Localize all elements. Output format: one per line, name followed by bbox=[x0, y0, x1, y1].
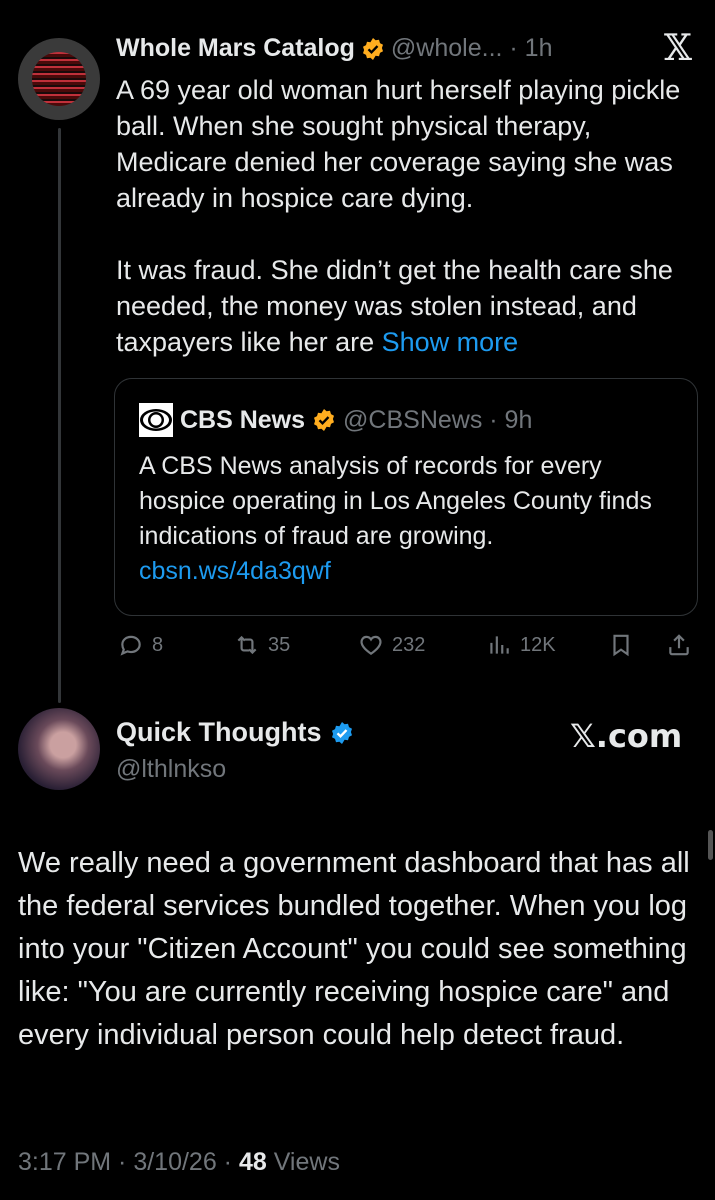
timestamp[interactable]: 3:17 PM · 3/10/26 · bbox=[18, 1148, 239, 1176]
repost-count: 35 bbox=[268, 633, 291, 656]
verified-badge-icon bbox=[314, 409, 335, 431]
reply-handle: @lthlnkso bbox=[116, 755, 227, 783]
share-icon bbox=[669, 634, 689, 656]
reply-header: Quick Thoughts bbox=[116, 717, 354, 748]
quote-header: CBS News @CBSNews · 9h bbox=[139, 403, 532, 437]
quote-link[interactable]: cbsn.ws/4da3qwf bbox=[139, 557, 331, 585]
reply-author-name[interactable]: Quick Thoughts bbox=[116, 717, 322, 748]
quote-text: A CBS News analysis of records for every… bbox=[139, 449, 679, 589]
cbs-eye-logo-icon bbox=[139, 403, 173, 437]
tweet-action-bar: 8 35 232 12K bbox=[114, 632, 704, 668]
view-count-value: 48 bbox=[238, 1148, 267, 1176]
x-logo-icon[interactable]: 𝕏 bbox=[664, 28, 692, 69]
verified-badge-icon bbox=[331, 721, 352, 744]
reply-icon bbox=[120, 635, 141, 656]
views-icon bbox=[490, 636, 509, 654]
quoted-tweet-card[interactable]: CBS News @CBSNews · 9h A CBS News analys… bbox=[114, 378, 698, 616]
reply-button[interactable]: 8 bbox=[118, 632, 163, 658]
quote-handle-time: @CBSNews · 9h bbox=[343, 405, 533, 434]
x-com-watermark: 𝕏.com bbox=[570, 717, 683, 755]
repost-icon bbox=[237, 635, 257, 655]
view-count: 12K bbox=[520, 633, 556, 656]
author-name[interactable]: Whole Mars Catalog bbox=[116, 34, 355, 63]
avatar[interactable] bbox=[18, 38, 100, 120]
like-icon bbox=[360, 635, 382, 655]
quote-author-name: CBS News bbox=[180, 405, 306, 434]
tweet-footer: 3:17 PM · 3/10/26 · 48 Views bbox=[18, 1148, 340, 1177]
tweet-header: Whole Mars Catalog @whole... · 1h bbox=[116, 34, 552, 63]
avatar[interactable] bbox=[18, 708, 100, 790]
like-button[interactable]: 232 bbox=[358, 632, 425, 658]
tweet-text: A 69 year old woman hurt herself playing… bbox=[116, 72, 706, 360]
share-button[interactable] bbox=[666, 632, 692, 658]
show-more-link[interactable]: Show more bbox=[382, 327, 519, 357]
like-count: 232 bbox=[392, 633, 426, 656]
reply-text: We really need a government dashboard th… bbox=[18, 847, 690, 1051]
thread-connector-line bbox=[58, 128, 61, 703]
reply-count: 8 bbox=[152, 633, 164, 656]
verified-badge-icon bbox=[362, 37, 383, 60]
bookmark-button[interactable] bbox=[608, 632, 634, 658]
bookmark-icon bbox=[613, 634, 629, 657]
tweet-body: A 69 year old woman hurt herself playing… bbox=[116, 75, 681, 357]
views-button[interactable]: 12K bbox=[486, 632, 556, 658]
handle-time: @whole... · 1h bbox=[390, 34, 553, 62]
quote-body: A CBS News analysis of records for every… bbox=[139, 452, 652, 550]
views-label: Views bbox=[266, 1148, 340, 1176]
scrollbar[interactable] bbox=[708, 830, 713, 860]
repost-button[interactable]: 35 bbox=[234, 632, 290, 658]
